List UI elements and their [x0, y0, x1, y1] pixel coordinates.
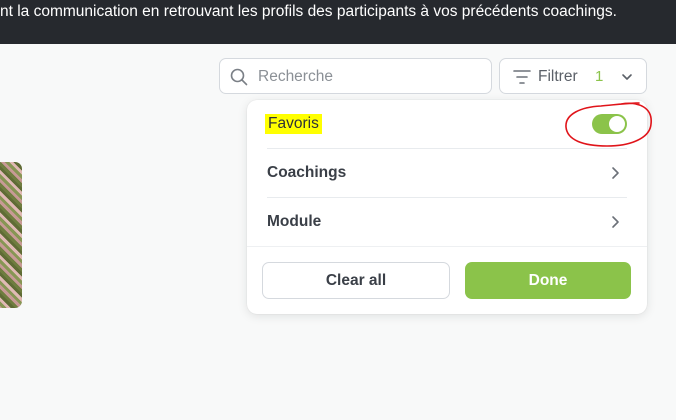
info-banner: nt la communication en retrouvant les pr…	[0, 0, 676, 44]
filter-item-label: Module	[267, 213, 322, 230]
filter-count-badge: 1	[595, 68, 604, 85]
done-button[interactable]: Done	[465, 262, 631, 299]
search-field[interactable]	[219, 58, 492, 94]
favorites-row[interactable]: Favoris	[247, 100, 647, 148]
filter-button[interactable]: Filtrer 1	[499, 58, 647, 94]
favorites-label: Favoris	[265, 114, 322, 134]
filter-item-coachings[interactable]: Coachings	[247, 149, 647, 197]
search-input[interactable]	[256, 66, 480, 88]
toggle-knob	[609, 116, 625, 132]
favorites-toggle[interactable]	[592, 114, 627, 134]
profile-image[interactable]	[0, 162, 22, 308]
chevron-right-icon	[612, 167, 619, 179]
chevron-right-icon	[612, 216, 619, 228]
footer-divider	[247, 246, 647, 247]
filter-icon	[513, 70, 531, 84]
filter-item-module[interactable]: Module	[247, 198, 647, 246]
filter-item-label: Coachings	[267, 164, 347, 181]
clear-all-button[interactable]: Clear all	[262, 262, 450, 299]
search-icon	[230, 68, 248, 86]
filter-label: Filtrer	[538, 68, 578, 85]
info-banner-text: nt la communication en retrouvant les pr…	[0, 3, 617, 20]
chevron-down-icon	[622, 74, 632, 80]
filter-dropdown: Favoris Coachings Module Clear all Done	[247, 100, 647, 314]
